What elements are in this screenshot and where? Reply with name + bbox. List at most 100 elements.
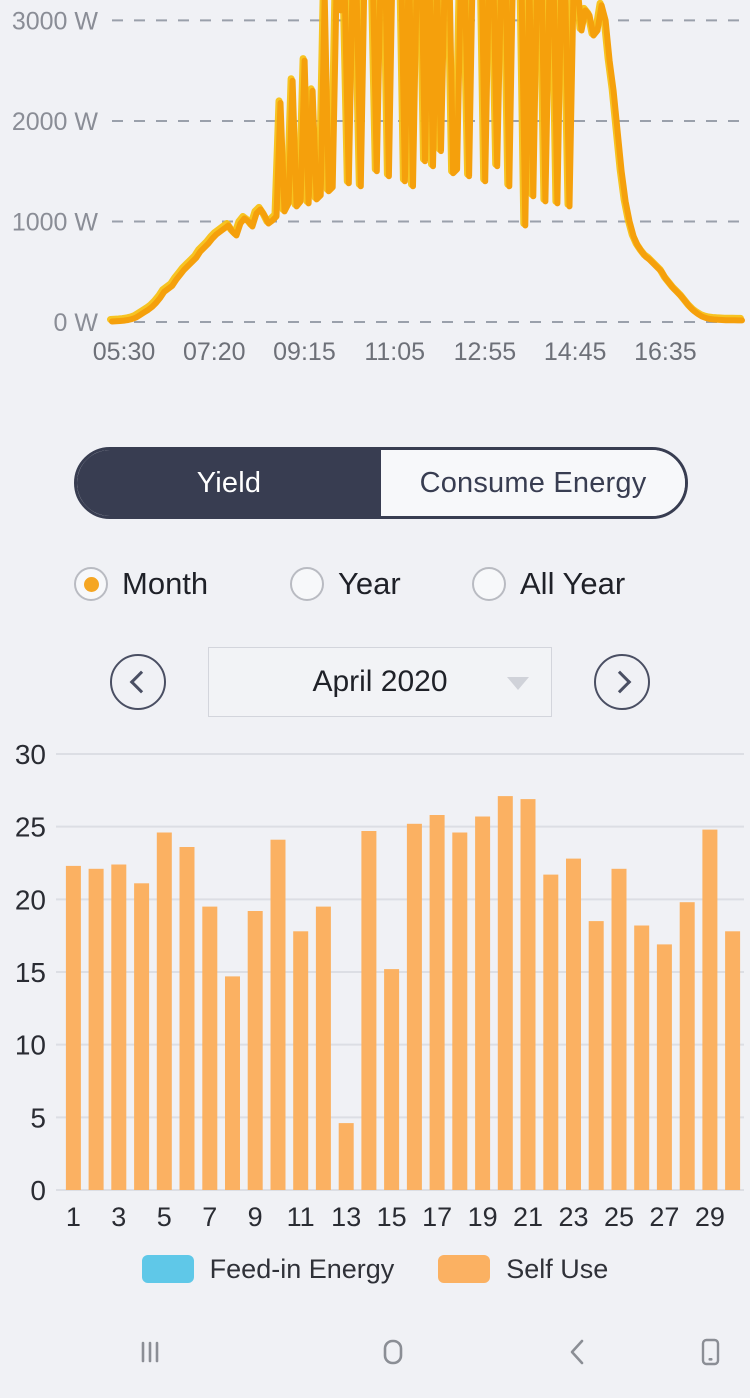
date-select-value: April 2020 [312,665,448,698]
android-navigation-bar [0,1305,750,1398]
radio-year[interactable]: Year [290,566,472,602]
radio-month-dot-icon [74,567,108,601]
energy-chart-svg: 051015202530 1 3 5 7 9 11 13 15 17 19 21 23 25 27 29 [15,739,744,1232]
svg-text:14:45: 14:45 [544,338,607,366]
bar-self-use-day-30 [725,931,741,1190]
power-chart-svg: 0 W 1000 W 2000 W 3000 W 05:30 07:20 09:15 11:… [12,0,745,366]
legend-item-feed-in-energy: Feed-in Energy [141,1253,395,1285]
energy-chart-bars [65,796,741,1190]
recents-icon [141,1341,159,1362]
legend-item-self-use: Self Use [438,1254,608,1285]
svg-text:3: 3 [111,1202,126,1232]
bar-self-use-day-6 [179,847,195,1190]
svg-text:30: 30 [15,739,46,770]
radio-year-label: Year [338,566,401,601]
legend-label-self-use: Self Use [506,1253,609,1284]
energy-chart-x-axis: 1 3 5 7 9 11 13 15 17 19 21 23 25 27 29 [66,1202,725,1232]
svg-text:5: 5 [157,1202,172,1232]
svg-text:1: 1 [66,1202,81,1232]
bar-self-use-day-22 [543,874,559,1190]
bar-self-use-day-18 [452,832,468,1190]
energy-chart-y-axis: 0 5 10 15 20 25 30 [15,739,46,1206]
bar-self-use-day-26 [634,925,650,1190]
bar-self-use-day-4 [134,883,150,1190]
chart-legend: Feed-in Energy Self Use [0,1246,750,1292]
svg-text:0 W: 0 W [54,309,99,337]
radio-all-year-label: All Year [520,566,626,601]
bar-self-use-day-15 [384,969,400,1190]
radio-all-year[interactable]: All Year [472,566,688,602]
back-button[interactable] [485,1305,670,1398]
bar-self-use-day-3 [111,864,127,1190]
date-select[interactable]: April 2020 [208,647,552,717]
radio-month-label: Month [122,566,209,601]
chevron-right-icon [608,670,631,694]
ime-switcher-button[interactable] [670,1305,750,1398]
date-navigator: April 2020 [110,646,650,718]
bar-self-use-day-2 [88,868,104,1190]
power-chart-x-axis: 05:30 07:20 09:15 11:05 12:55 14:45 16:35 [93,338,697,366]
svg-text:9: 9 [248,1202,263,1232]
svg-text:7: 7 [202,1202,217,1232]
bar-self-use-day-9 [247,911,263,1190]
svg-text:15: 15 [15,957,46,988]
energy-bar-chart: 0 5 10 15 20 25 30 1 3 5 7 9 11 13 15 17 19 21 23 25 27 29 [0,732,750,1242]
svg-text:0: 0 [30,1175,46,1206]
tab-consume-energy-label: Consume Energy [419,466,647,499]
svg-text:3000 W: 3000 W [12,7,99,35]
bar-self-use-day-1 [65,865,81,1190]
tab-yield[interactable]: Yield [77,450,381,516]
power-chart-series [107,0,745,325]
bar-self-use-day-14 [361,831,377,1190]
radio-year-dot-icon [290,567,324,601]
legend-swatch-feed-in-energy [141,1255,194,1283]
svg-text:23: 23 [558,1202,588,1232]
legend-label-feed-in-energy: Feed-in Energy [209,1253,395,1284]
app-root: 0 W 1000 W 2000 W 3000 W 05:30 07:20 09:15 11:… [0,0,750,1398]
power-chart-y-axis: 0 W 1000 W 2000 W 3000 W [12,7,99,337]
bar-self-use-day-11 [293,931,309,1190]
svg-text:11:05: 11:05 [364,338,425,366]
svg-text:27: 27 [649,1202,679,1232]
bar-self-use-day-23 [566,858,581,1190]
mode-toggle[interactable]: Yield Consume Energy [74,447,688,519]
bar-self-use-day-17 [429,815,445,1190]
radio-all-year-dot-icon [472,567,506,601]
bar-self-use-day-24 [588,921,604,1190]
svg-text:17: 17 [422,1202,452,1232]
bar-self-use-day-7 [202,906,218,1190]
svg-text:20: 20 [15,884,46,915]
svg-text:29: 29 [695,1202,725,1232]
svg-text:10: 10 [15,1030,46,1061]
svg-text:15: 15 [377,1202,407,1232]
bar-self-use-day-28 [679,902,695,1190]
tab-consume-energy[interactable]: Consume Energy [381,450,685,516]
bar-self-use-day-8 [225,976,240,1190]
back-icon [570,1339,583,1364]
svg-text:21: 21 [513,1202,543,1232]
bar-self-use-day-25 [611,868,627,1190]
svg-text:2000 W: 2000 W [12,108,99,136]
radio-month[interactable]: Month [74,566,290,602]
bar-self-use-day-27 [656,944,672,1190]
svg-text:13: 13 [331,1202,361,1232]
svg-text:05:30: 05:30 [93,338,156,366]
next-period-button[interactable] [594,654,650,710]
recents-button[interactable] [0,1305,300,1398]
chevron-left-icon [129,670,152,694]
legend-swatch-self-use [438,1255,491,1283]
period-radio-group[interactable]: Month Year All Year [74,556,688,612]
bar-self-use-day-21 [520,799,536,1190]
bar-self-use-day-5 [156,832,172,1190]
home-button[interactable] [300,1305,485,1398]
svg-text:07:20: 07:20 [183,338,246,366]
svg-text:09:15: 09:15 [273,338,336,366]
tab-yield-label: Yield [196,466,262,499]
bar-self-use-day-16 [406,823,422,1190]
svg-text:12:55: 12:55 [454,338,517,366]
bar-self-use-day-13 [338,1123,354,1190]
previous-period-button[interactable] [110,654,166,710]
chevron-down-icon [507,677,529,690]
bar-self-use-day-10 [270,839,286,1190]
svg-text:5: 5 [30,1102,46,1133]
